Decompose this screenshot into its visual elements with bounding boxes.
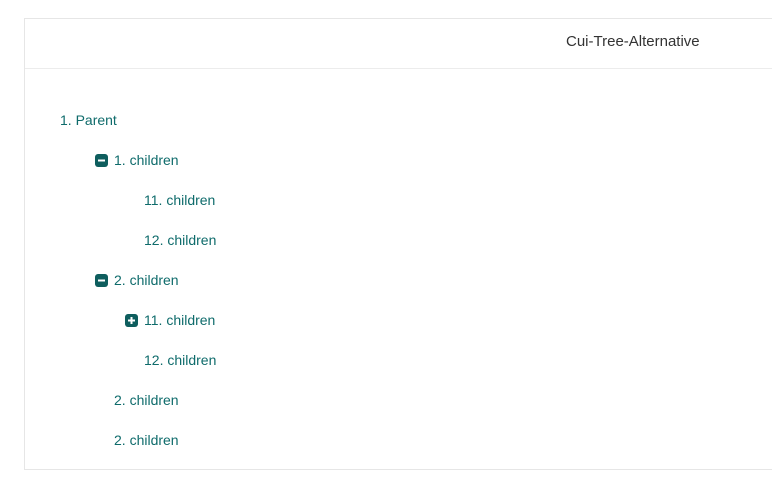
tree-node-2-children[interactable]: 2. children: [114, 430, 179, 450]
tree-node-2-children[interactable]: 2. children: [114, 390, 179, 410]
tree-node-11-children[interactable]: 11. children: [144, 190, 215, 210]
tree-node-label[interactable]: 11. children: [144, 312, 215, 328]
tree-node-label[interactable]: 11. children: [144, 192, 215, 208]
tree-node-label[interactable]: 1. children: [114, 152, 179, 168]
tree-node-2-children[interactable]: 2. children: [95, 270, 179, 290]
minus-square-icon[interactable]: [95, 153, 108, 167]
tree-node-12-children[interactable]: 12. children: [144, 350, 216, 370]
tree-node-label[interactable]: 2. children: [114, 432, 179, 448]
tree-node-11-children-collapsed[interactable]: 11. children: [125, 310, 215, 330]
minus-square-icon[interactable]: [95, 273, 108, 287]
card-header: Cui-Tree-Alternative: [25, 19, 772, 69]
tree-node-label[interactable]: 2. children: [114, 272, 179, 288]
tree-node-label[interactable]: 12. children: [144, 352, 216, 368]
tree-node-12-children[interactable]: 12. children: [144, 230, 216, 250]
page-title: Cui-Tree-Alternative: [566, 33, 700, 50]
tree-node-1-children[interactable]: 1. children: [95, 150, 179, 170]
tree-node-parent[interactable]: 1. Parent: [60, 110, 117, 130]
tree-node-label[interactable]: 1. Parent: [60, 112, 117, 128]
tree-node-label[interactable]: 2. children: [114, 392, 179, 408]
tree-node-label[interactable]: 12. children: [144, 232, 216, 248]
plus-square-icon[interactable]: [125, 313, 138, 327]
